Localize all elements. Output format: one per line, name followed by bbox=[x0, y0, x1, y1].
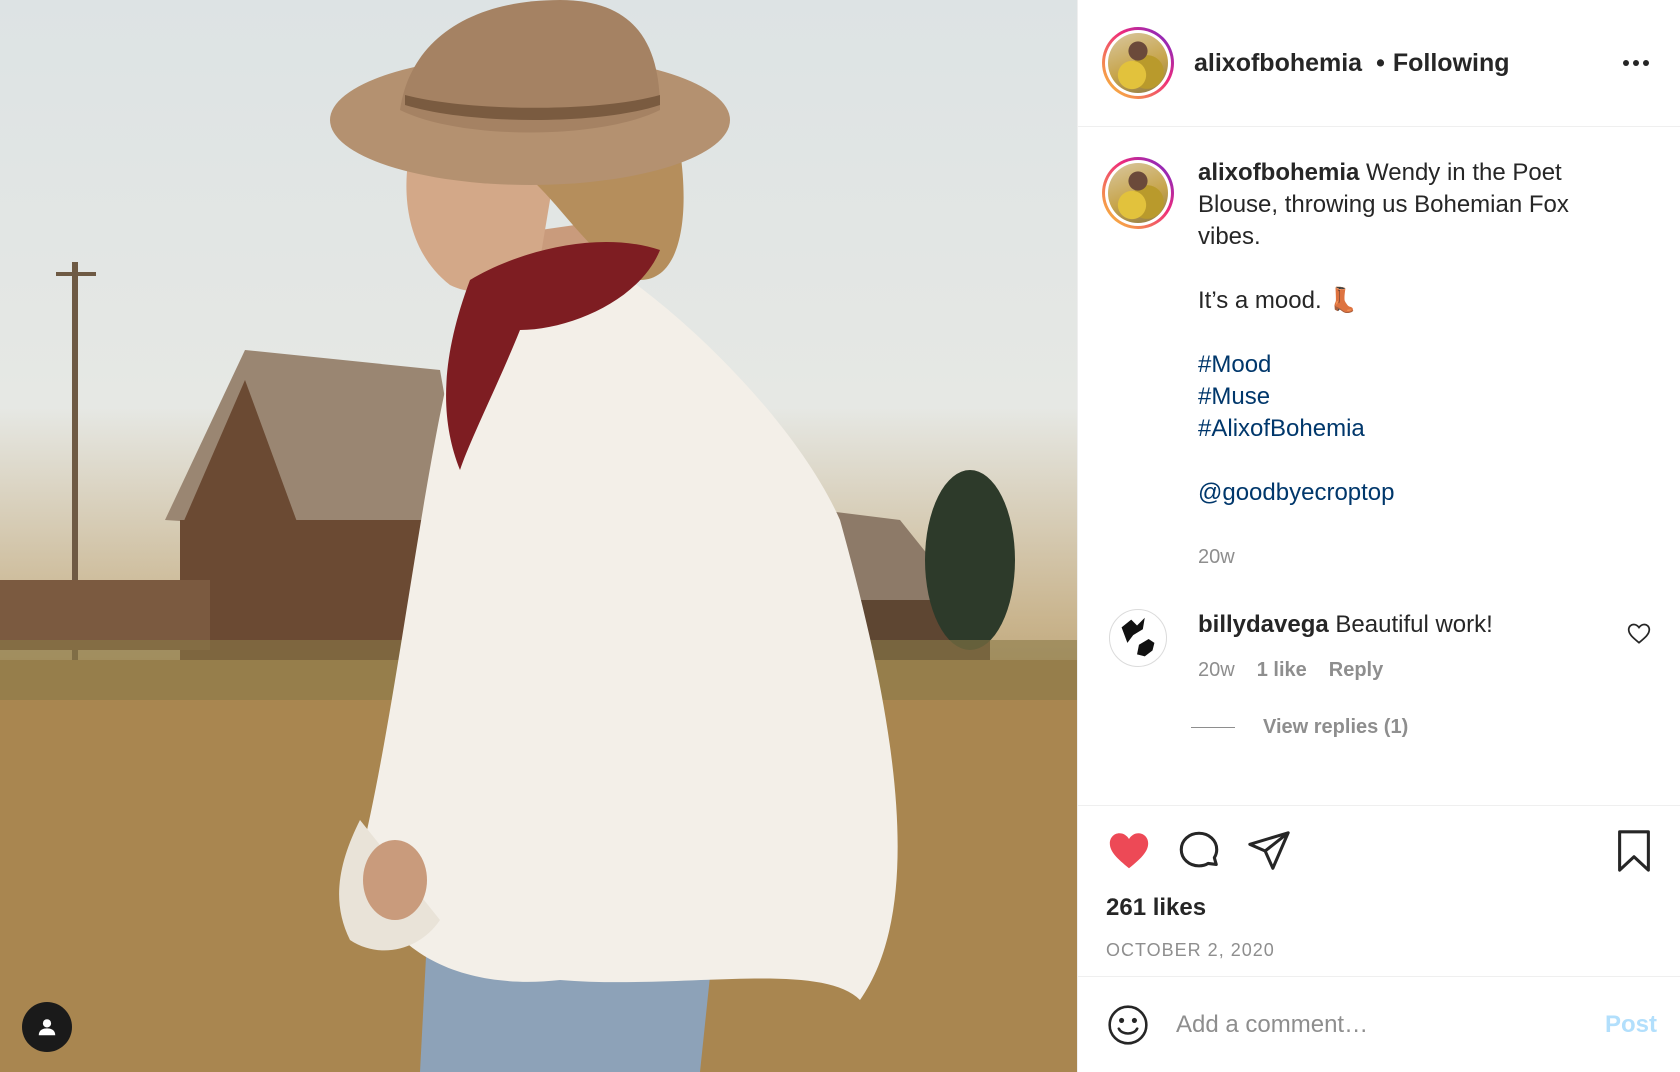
comment-item: billydavega Beautiful work! 20w 1 like R… bbox=[1102, 609, 1656, 682]
hashtag-link[interactable]: #Muse bbox=[1198, 381, 1638, 413]
post-photo[interactable] bbox=[0, 0, 1077, 1072]
commenter-avatar[interactable] bbox=[1109, 609, 1167, 667]
post-view: alixofbohemia • Following alixofbohemia … bbox=[0, 0, 1680, 1072]
post-header: alixofbohemia • Following bbox=[1078, 0, 1680, 127]
caption-avatar[interactable] bbox=[1102, 157, 1174, 229]
replies-divider bbox=[1191, 727, 1235, 728]
post-sidebar: alixofbohemia • Following alixofbohemia … bbox=[1077, 0, 1680, 1072]
post-actions: 261 likes OCTOBER 2, 2020 bbox=[1078, 805, 1680, 961]
following-button[interactable]: Following bbox=[1393, 49, 1510, 78]
commenter-username[interactable]: billydavega bbox=[1198, 611, 1329, 638]
header-separator: • bbox=[1376, 48, 1385, 77]
comment-heart-icon[interactable] bbox=[1626, 621, 1652, 647]
comment-timestamp[interactable]: 20w bbox=[1198, 659, 1235, 682]
comment-likes[interactable]: 1 like bbox=[1257, 659, 1307, 682]
caption-username[interactable]: alixofbohemia bbox=[1198, 159, 1359, 186]
emoji-icon[interactable] bbox=[1106, 1003, 1150, 1047]
post-date[interactable]: OCTOBER 2, 2020 bbox=[1106, 940, 1657, 961]
hashtag-link[interactable]: #AlixofBohemia bbox=[1198, 413, 1638, 445]
caption-timestamp[interactable]: 20w bbox=[1198, 541, 1638, 573]
heart-icon[interactable] bbox=[1106, 828, 1152, 874]
author-avatar[interactable] bbox=[1102, 27, 1174, 99]
caption-mood: It’s a mood. 👢 bbox=[1198, 287, 1359, 314]
comment-composer: Post bbox=[1078, 976, 1680, 1072]
share-icon[interactable] bbox=[1246, 828, 1292, 874]
user-tag-button[interactable] bbox=[22, 1002, 72, 1052]
comment-text: Beautiful work! bbox=[1335, 611, 1493, 638]
comment-input[interactable] bbox=[1176, 1010, 1605, 1039]
reply-button[interactable]: Reply bbox=[1329, 659, 1383, 682]
hashtag-link[interactable]: #Mood bbox=[1198, 349, 1638, 381]
comments-list[interactable]: alixofbohemia Wendy in the Poet Blouse, … bbox=[1078, 127, 1680, 805]
author-username[interactable]: alixofbohemia bbox=[1194, 49, 1362, 78]
view-replies-label: View replies (1) bbox=[1263, 716, 1409, 738]
mention-link[interactable]: @goodbyecroptop bbox=[1198, 477, 1638, 509]
user-tag-icon bbox=[38, 1019, 56, 1036]
comment-icon[interactable] bbox=[1176, 828, 1222, 874]
post-comment-button[interactable]: Post bbox=[1605, 1011, 1657, 1039]
likes-count[interactable]: 261 likes bbox=[1106, 894, 1657, 922]
caption: alixofbohemia Wendy in the Poet Blouse, … bbox=[1102, 157, 1656, 573]
more-icon[interactable] bbox=[1616, 53, 1656, 73]
photo-illustration bbox=[0, 0, 1077, 1072]
bookmark-icon[interactable] bbox=[1611, 828, 1657, 874]
view-replies-button[interactable]: View replies (1) bbox=[1191, 716, 1656, 739]
